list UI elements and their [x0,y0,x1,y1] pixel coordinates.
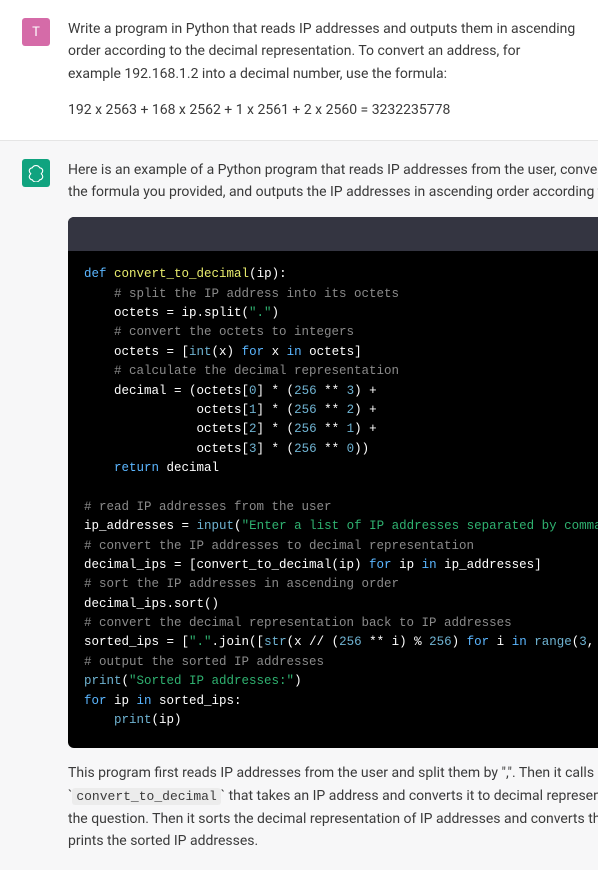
prompt-paragraph-2: 192 x 2563 + 168 x 2562 + 1 x 2561 + 2 x… [68,99,576,121]
code-block: Copy code def convert_to_decimal(ip): # … [68,217,598,748]
user-message: T Write a program in Python that reads I… [0,0,598,141]
inline-code: convert_to_decimal [72,788,220,805]
user-content: Write a program in Python that reads IP … [68,18,576,122]
assistant-intro: Here is an example of a Python program t… [68,159,598,204]
code-content[interactable]: def convert_to_decimal(ip): # split the … [68,251,598,748]
assistant-content: Here is an example of a Python program t… [68,159,598,853]
assistant-outro: This program first reads IP addresses fr… [68,762,598,852]
assistant-message: Here is an example of a Python program t… [0,141,598,870]
prompt-paragraph-1: Write a program in Python that reads IP … [68,18,576,85]
code-toolbar: Copy code [68,217,598,251]
assistant-avatar [22,159,50,187]
openai-logo-icon [27,164,45,182]
user-avatar: T [22,18,50,46]
